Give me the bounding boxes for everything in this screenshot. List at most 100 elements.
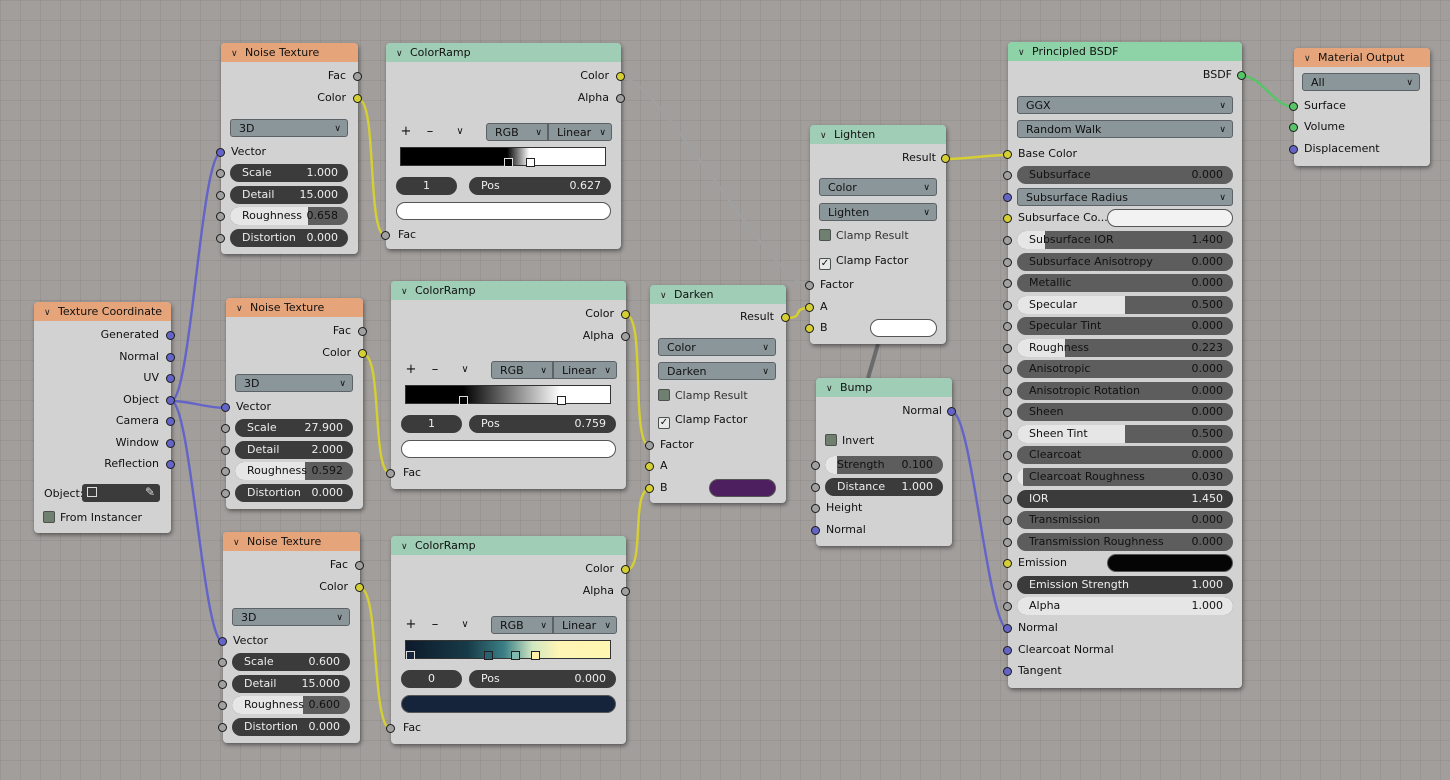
socket-output-fac[interactable] xyxy=(355,561,364,570)
socket-input-clearcoat-roughness[interactable] xyxy=(1003,473,1012,482)
chevron-down-icon[interactable]: ∨ xyxy=(396,45,410,62)
socket-input-sheen[interactable] xyxy=(1003,408,1012,417)
checkbox-icon[interactable] xyxy=(658,389,670,401)
stop-index-field[interactable]: 1 xyxy=(396,177,457,195)
ramp-stop-marker[interactable] xyxy=(511,651,520,660)
socket-input-scale[interactable] xyxy=(216,169,225,178)
eyedropper-icon[interactable]: ✎ xyxy=(145,485,155,499)
socket-input-sheen-tint[interactable] xyxy=(1003,430,1012,439)
noise-texture-node-1[interactable]: ∨ Noise Texture Fac Color 3D ∨ Vector Scal… xyxy=(221,43,358,254)
color-mode-dropdown[interactable]: RGB ∨ xyxy=(486,123,548,141)
node-header[interactable]: ∨ Bump xyxy=(816,378,952,397)
socket-input-base-color[interactable] xyxy=(1003,150,1012,159)
color-mode-dropdown[interactable]: RGB ∨ xyxy=(491,616,553,634)
socket-output-reflection[interactable] xyxy=(166,460,175,469)
socket-input-a[interactable] xyxy=(805,303,814,312)
subsurface-radius-dropdown[interactable]: Subsurface Radius ∨ xyxy=(1017,188,1233,206)
socket-input-metallic[interactable] xyxy=(1003,279,1012,288)
chevron-down-icon[interactable]: ∨ xyxy=(231,45,245,62)
metallic-slider[interactable]: Metallic 0.000 xyxy=(1017,274,1233,292)
socket-output-result[interactable] xyxy=(781,313,790,322)
link-lighten-result-bsdf-base[interactable] xyxy=(945,153,1009,161)
socket-input-factor[interactable] xyxy=(805,281,814,290)
socket-input-volume[interactable] xyxy=(1289,123,1298,132)
socket-output-color[interactable] xyxy=(355,583,364,592)
link-n2-color-r2[interactable] xyxy=(362,352,392,476)
link-bump-normal-bsdf-normal[interactable] xyxy=(951,410,1009,631)
stop-position-field[interactable]: Pos 0.759 xyxy=(469,415,616,433)
clamp-factor-checkbox[interactable]: ✓ Clamp Factor xyxy=(658,411,747,429)
anisotropic-slider[interactable]: Anisotropic 0.000 xyxy=(1017,360,1233,378)
socket-input-normal[interactable] xyxy=(811,526,820,535)
socket-output-fac[interactable] xyxy=(358,327,367,336)
node-header[interactable]: ∨ Noise Texture xyxy=(221,43,358,62)
socket-input-subsurface-color[interactable] xyxy=(1003,214,1012,223)
distribution-dropdown[interactable]: GGX ∨ xyxy=(1017,96,1233,114)
socket-output-normal[interactable] xyxy=(947,407,956,416)
blend-mode-dropdown[interactable]: Lighten ∨ xyxy=(819,203,937,221)
stop-color-swatch[interactable] xyxy=(396,202,611,220)
distortion-field[interactable]: Distortion 0.000 xyxy=(235,484,353,502)
socket-input-roughness[interactable] xyxy=(221,467,230,476)
socket-input-anisotropic-rotation[interactable] xyxy=(1003,387,1012,396)
stop-index-field[interactable]: 0 xyxy=(401,670,462,688)
anisotropic-rotation-slider[interactable]: Anisotropic Rotation 0.000 xyxy=(1017,382,1233,400)
detail-field[interactable]: Detail 2.000 xyxy=(235,441,353,459)
chevron-down-icon[interactable]: ∨ xyxy=(452,124,468,140)
strength-slider[interactable]: Strength 0.100 xyxy=(825,456,943,474)
checkbox-icon[interactable] xyxy=(825,434,837,446)
clearcoat-slider[interactable]: Clearcoat 0.000 xyxy=(1017,446,1233,464)
dimension-dropdown[interactable]: 3D ∨ xyxy=(235,374,353,392)
socket-input-vector[interactable] xyxy=(221,403,230,412)
subsurface-ior-slider[interactable]: Subsurface IOR 1.400 xyxy=(1017,231,1233,249)
ramp-stop-marker[interactable] xyxy=(406,651,415,660)
checkbox-icon[interactable] xyxy=(43,511,55,523)
socket-input-displacement[interactable] xyxy=(1289,145,1298,154)
roughness-slider[interactable]: Roughness 0.223 xyxy=(1017,339,1233,357)
clamp-factor-checkbox[interactable]: ✓ Clamp Factor xyxy=(819,252,908,270)
socket-input-vector[interactable] xyxy=(218,637,227,646)
socket-input-height[interactable] xyxy=(811,504,820,513)
clamp-result-checkbox[interactable]: Clamp Result xyxy=(819,227,909,245)
chevron-down-icon[interactable]: ∨ xyxy=(233,534,247,551)
socket-input-b[interactable] xyxy=(645,484,654,493)
sheen-slider[interactable]: Sheen 0.000 xyxy=(1017,403,1233,421)
link-tc-object-n2[interactable] xyxy=(170,399,227,410)
socket-output-uv[interactable] xyxy=(166,374,175,383)
interpolation-dropdown[interactable]: Linear ∨ xyxy=(548,123,612,141)
stop-index-field[interactable]: 1 xyxy=(401,415,462,433)
socket-input-subsurface-radius[interactable] xyxy=(1003,193,1012,202)
socket-input-transmission-roughness[interactable] xyxy=(1003,538,1012,547)
interpolation-dropdown[interactable]: Linear ∨ xyxy=(553,616,617,634)
add-stop-button[interactable]: + xyxy=(403,362,419,378)
link-r1-color-lighten-factor[interactable] xyxy=(620,75,811,288)
scale-field[interactable]: Scale 1.000 xyxy=(230,164,348,182)
noise-texture-node-3[interactable]: ∨ Noise Texture Fac Color 3D ∨ Vector Scal… xyxy=(223,532,360,743)
socket-input-subsurface-ior[interactable] xyxy=(1003,236,1012,245)
chevron-down-icon[interactable]: ∨ xyxy=(401,283,415,300)
socket-input-a[interactable] xyxy=(645,462,654,471)
detail-field[interactable]: Detail 15.000 xyxy=(232,675,350,693)
noise-texture-node-2[interactable]: ∨ Noise Texture Fac Color 3D ∨ Vector Scal… xyxy=(226,298,363,509)
texture-coordinate-node[interactable]: ∨ Texture Coordinate Generated Normal UV … xyxy=(34,302,171,533)
stop-color-swatch[interactable] xyxy=(401,440,616,458)
dimension-dropdown[interactable]: 3D ∨ xyxy=(232,608,350,626)
socket-input-detail[interactable] xyxy=(218,680,227,689)
ramp-stop-marker[interactable] xyxy=(504,158,513,167)
socket-input-distortion[interactable] xyxy=(218,723,227,732)
node-header[interactable]: ∨ ColorRamp xyxy=(386,43,621,62)
dimension-dropdown[interactable]: 3D ∨ xyxy=(230,119,348,137)
darken-mix-node[interactable]: ∨ Darken Result Color ∨ Darken ∨ Clamp Resu… xyxy=(650,285,786,503)
colorramp-node-2[interactable]: ∨ ColorRamp Color Alpha + – ∨ RGB ∨ Linear… xyxy=(391,281,626,489)
socket-input-detail[interactable] xyxy=(216,191,225,200)
node-header[interactable]: ∨ ColorRamp xyxy=(391,536,626,555)
socket-output-alpha[interactable] xyxy=(621,332,630,341)
distance-field[interactable]: Distance 1.000 xyxy=(825,478,943,496)
socket-output-color[interactable] xyxy=(358,349,367,358)
socket-input-strength[interactable] xyxy=(811,461,820,470)
object-selector[interactable]: ✎ xyxy=(82,484,160,502)
node-header[interactable]: ∨ Darken xyxy=(650,285,786,304)
clearcoat-roughness-slider[interactable]: Clearcoat Roughness 0.030 xyxy=(1017,468,1233,486)
ramp-stop-marker[interactable] xyxy=(557,396,566,405)
chevron-down-icon[interactable]: ∨ xyxy=(1304,50,1318,67)
